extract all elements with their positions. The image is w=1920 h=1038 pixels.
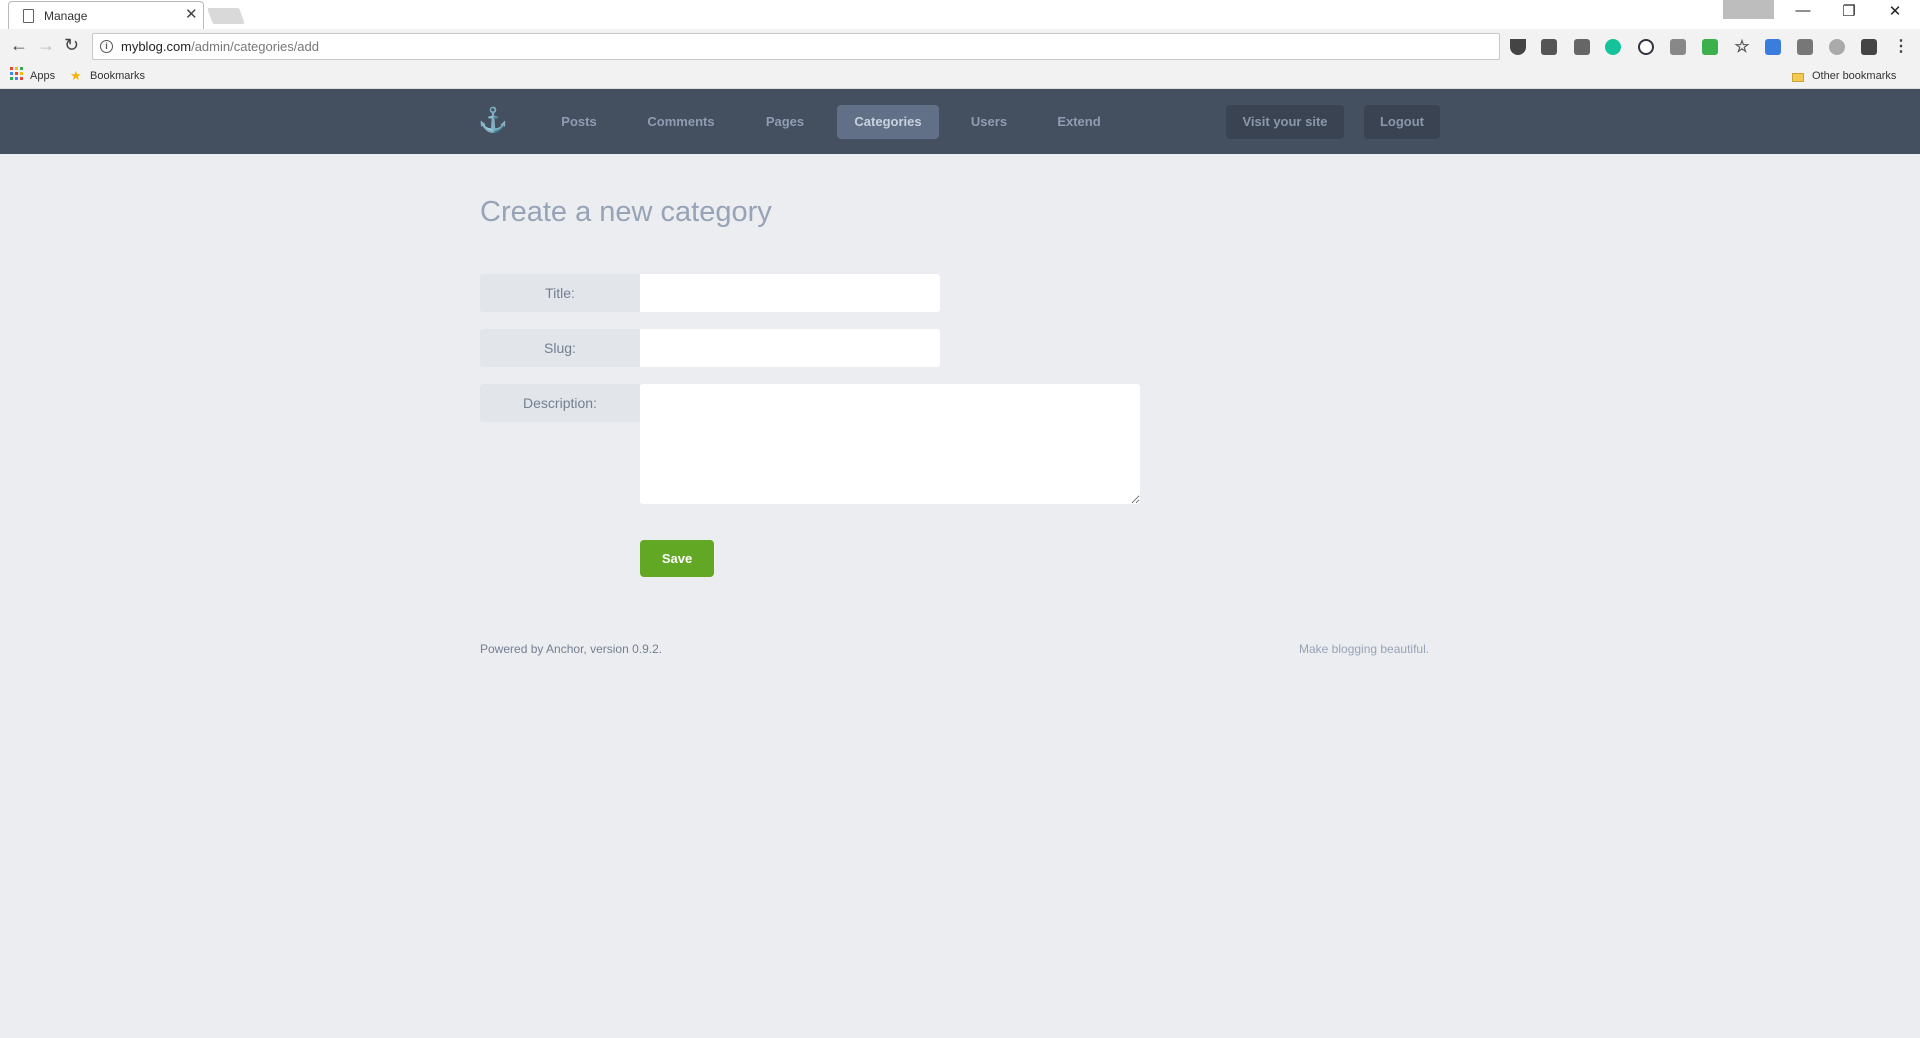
url-host: myblog.com <box>121 39 192 54</box>
browser-toolbar: ← → ↻ i myblog.com/admin/categories/add … <box>0 29 1920 65</box>
info-icon[interactable]: i <box>100 40 113 53</box>
address-bar[interactable]: i myblog.com/admin/categories/add <box>92 33 1500 60</box>
nav-categories[interactable]: Categories <box>837 105 939 139</box>
translate-icon[interactable] <box>1765 39 1781 55</box>
footer-tagline: Make blogging beautiful. <box>1299 642 1430 656</box>
close-tab-icon[interactable]: ✕ <box>185 5 198 23</box>
apps-bookmark[interactable]: Apps <box>30 70 55 82</box>
title-input[interactable] <box>640 274 940 312</box>
close-window-button[interactable]: ✕ <box>1872 2 1918 20</box>
new-tab-button[interactable] <box>207 8 245 24</box>
other-bookmarks[interactable]: Other bookmarks <box>1812 70 1896 82</box>
visit-site-button[interactable]: Visit your site <box>1226 105 1344 139</box>
star-icon[interactable]: ☆ <box>1734 38 1750 55</box>
bookmarks-folder[interactable]: Bookmarks <box>90 70 145 82</box>
page-icon <box>23 9 34 23</box>
site-header: ⚓ Posts Comments Pages Categories Users … <box>0 89 1920 154</box>
cloud-icon[interactable] <box>1829 39 1845 55</box>
star-bookmark-icon: ★ <box>70 68 82 83</box>
back-arrow-icon[interactable]: ← <box>10 35 28 56</box>
nav-comments[interactable]: Comments <box>634 105 728 139</box>
forward-arrow-icon[interactable]: → <box>37 35 55 56</box>
mail-icon[interactable] <box>1861 39 1877 55</box>
menu-dots-icon[interactable]: ⋮ <box>1893 39 1909 55</box>
minimize-button[interactable]: — <box>1780 2 1826 19</box>
browser-tabstrip: Manage ✕ — ❐ ✕ <box>0 0 1920 29</box>
block-icon[interactable] <box>1638 39 1654 55</box>
feedly-icon[interactable] <box>1702 39 1718 55</box>
nav-pages[interactable]: Pages <box>750 105 820 139</box>
footer-powered-by: Powered by Anchor, version 0.9.2. <box>480 642 663 656</box>
nav-extend[interactable]: Extend <box>1044 105 1114 139</box>
url-path: /admin/categories/add <box>191 39 319 54</box>
slug-label: Slug: <box>480 329 640 367</box>
reload-icon[interactable]: ↻ <box>64 35 79 56</box>
slug-input[interactable] <box>640 329 940 367</box>
tab-title: Manage <box>44 9 88 23</box>
grammarly-icon[interactable] <box>1605 39 1621 55</box>
extension-icon[interactable] <box>1797 39 1813 55</box>
nav-posts[interactable]: Posts <box>546 105 612 139</box>
folder-icon <box>1792 73 1804 82</box>
save-button[interactable]: Save <box>640 540 714 577</box>
extension-icon[interactable] <box>1670 39 1686 55</box>
pocket-icon[interactable] <box>1510 39 1526 55</box>
apps-grid-icon[interactable] <box>10 67 24 81</box>
restore-button[interactable]: ❐ <box>1826 2 1872 20</box>
bookmarks-bar: Apps ★ Bookmarks Other bookmarks <box>0 65 1920 89</box>
title-label: Title: <box>480 274 640 312</box>
nav-users[interactable]: Users <box>956 105 1022 139</box>
page-title: Create a new category <box>480 196 772 228</box>
anchor-logo-icon[interactable]: ⚓ <box>478 106 508 135</box>
description-label: Description: <box>480 384 640 422</box>
evernote-icon[interactable] <box>1541 39 1557 55</box>
profile-button[interactable] <box>1723 0 1774 19</box>
eyedropper-icon[interactable] <box>1574 39 1590 55</box>
browser-tab[interactable]: Manage ✕ <box>8 1 204 29</box>
description-textarea[interactable] <box>640 384 1140 504</box>
url-text[interactable]: myblog.com/admin/categories/add <box>121 39 319 54</box>
logout-button[interactable]: Logout <box>1364 105 1440 139</box>
